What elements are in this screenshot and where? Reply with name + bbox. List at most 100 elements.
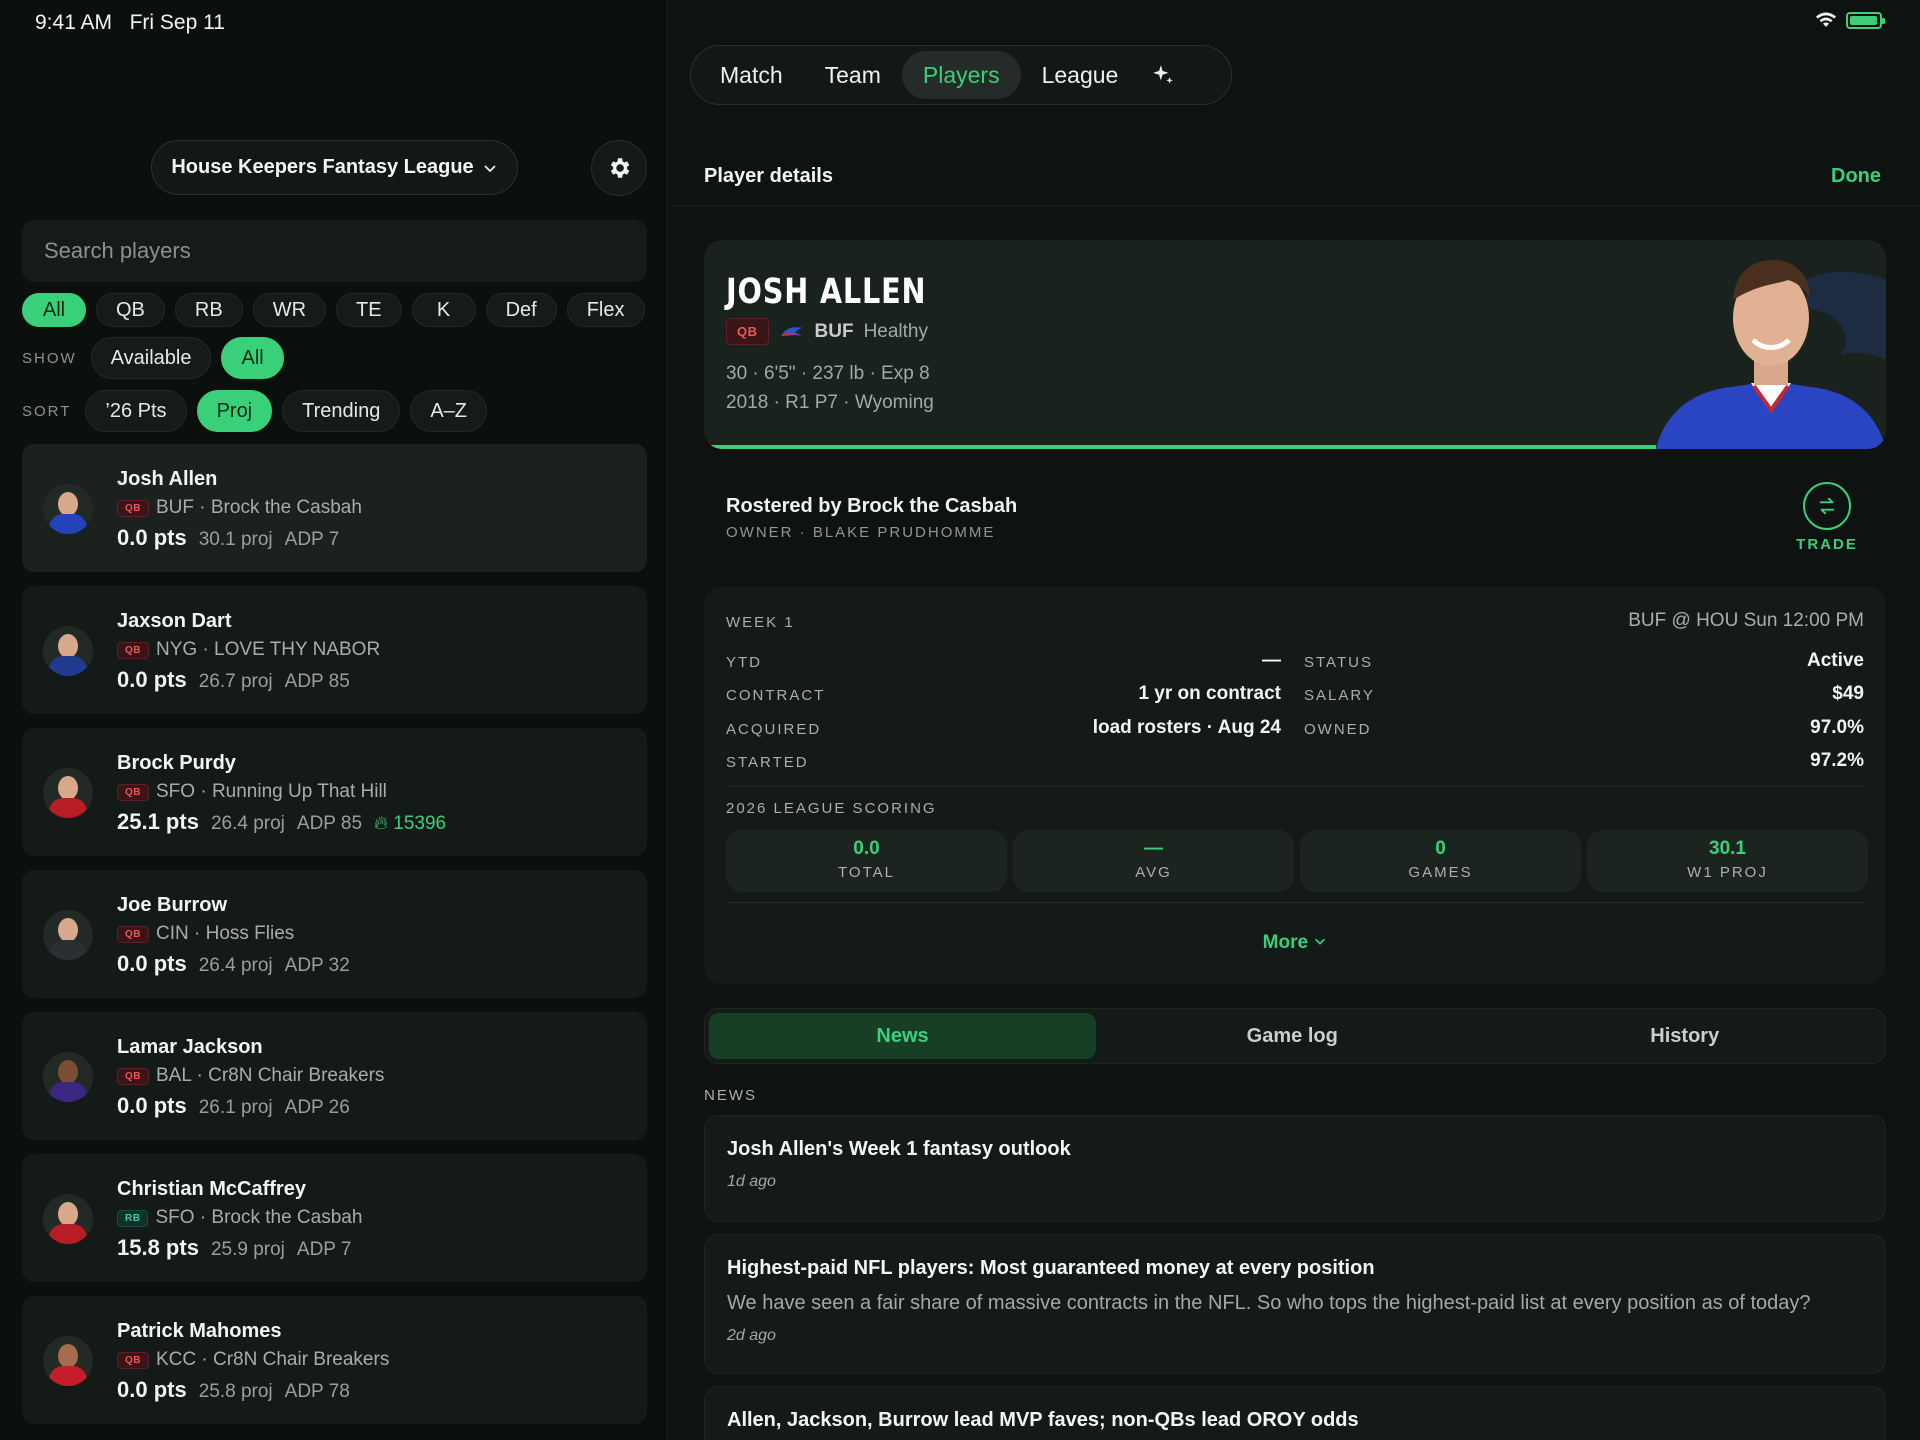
position-badge: QB [117,499,149,517]
owned-label: OWNED [1304,721,1372,738]
status-time: 9:41 AM Fri Sep 11 [35,11,225,35]
segment-news[interactable]: News [709,1013,1096,1059]
segment-game-log[interactable]: Game log [1096,1013,1489,1059]
player-name: Jaxson Dart [117,610,232,632]
player-proj: 30.1 proj [198,529,273,550]
ai-assistant-button[interactable] [1139,51,1187,99]
avg-tile: — AVG [1013,830,1294,892]
week-label: WEEK 1 [726,614,795,631]
player-team-owner: CIN · Hoss Flies [156,923,295,944]
wifi-icon [1816,12,1836,27]
tab-players[interactable]: Players [901,51,1021,99]
player-card[interactable]: Christian McCaffrey RB SFO · Brock the Ca… [22,1154,647,1282]
sort-trending-chip[interactable]: Trending [282,390,401,432]
player-card[interactable]: Josh Allen QB BUF · Brock the Casbah 0.0 … [22,444,647,572]
player-proj: 26.7 proj [198,671,273,692]
player-list: Josh Allen QB BUF · Brock the Casbah 0.0 … [22,444,647,1438]
roster-info: Rostered by Brock the Casbah OWNER · BLA… [726,495,1017,541]
news-item[interactable]: Allen, Jackson, Burrow lead MVP faves; n… [704,1386,1886,1440]
player-proj: 26.1 proj [198,1097,273,1118]
player-card[interactable]: Brock Purdy QB SFO · Running Up That Hill… [22,728,647,856]
player-proj: 25.9 proj [210,1239,285,1260]
sort-proj-chip[interactable]: Proj [196,390,273,432]
tab-league[interactable]: League [1021,51,1140,99]
player-avatar [43,1052,93,1102]
position-chip-k[interactable]: K [411,293,476,327]
news-item[interactable]: Josh Allen's Week 1 fantasy outlook 1d a… [704,1115,1886,1222]
scoring-tiles: 0.0 TOTAL — AVG 0 GAMES 30.1 W1 PROJ [726,830,1868,892]
swap-arrows-icon [1819,497,1835,515]
player-team-owner: BAL · Cr8N Chair Breakers [156,1065,385,1086]
position-chip-wr[interactable]: WR [252,293,327,327]
main-tabbar: Match Team Players League [690,45,1232,105]
chevron-down-icon [484,164,496,172]
tab-match[interactable]: Match [699,51,804,99]
stats-card: WEEK 1 BUF @ HOU Sun 12:00 PM YTD — STAT… [704,586,1886,984]
position-badge: QB [117,641,149,659]
news-item[interactable]: Highest-paid NFL players: Most guarantee… [704,1234,1886,1374]
status-clock: 9:41 AM [35,11,113,34]
acquired-label: ACQUIRED [726,721,822,738]
segment-history[interactable]: History [1489,1013,1882,1059]
player-proj: 25.8 proj [198,1381,273,1402]
show-available-chip[interactable]: Available [90,337,212,379]
hero-bio: 30 · 6'5" · 237 lb · Exp 8 [726,363,930,384]
player-points: 0.0 pts [117,525,187,550]
position-badge: RB [117,1209,149,1227]
more-button[interactable]: More [704,932,1886,954]
ytd-value: — [1262,650,1281,671]
position-chip-qb[interactable]: QB [96,293,165,327]
tile-label: AVG [1135,864,1172,881]
hero-draft: 2018 · R1 P7 · Wyoming [726,392,934,413]
tile-value: 0 [1435,838,1446,859]
player-adp: ADP 78 [284,1381,350,1402]
player-adp: ADP 7 [296,1239,352,1260]
player-proj: 26.4 proj [210,813,285,834]
position-chip-def[interactable]: Def [485,293,557,327]
position-badge: QB [117,925,149,943]
position-chip-te[interactable]: TE [336,293,402,327]
player-hero-card: JOSH ALLEN QB BUF Healthy 30 · 6'5" · 23… [704,240,1886,449]
player-card[interactable]: Patrick Mahomes QB KCC · Cr8N Chair Break… [22,1296,647,1424]
player-avatar [43,910,93,960]
chevron-down-icon [1315,938,1326,945]
position-badge: QB [117,1067,149,1085]
player-avatar [43,1336,93,1386]
total-tile: 0.0 TOTAL [726,830,1007,892]
news-title: Josh Allen's Week 1 fantasy outlook [727,1138,1071,1160]
position-chip-all[interactable]: All [22,293,86,327]
player-points: 15.8 pts [117,1235,199,1260]
league-selector[interactable]: House Keepers Fantasy League [151,140,518,195]
started-label: STARTED [726,754,809,771]
status-value: Active [1806,650,1864,671]
battery-icon [1846,11,1885,29]
show-all-chip[interactable]: All [221,337,284,379]
position-chip-rb[interactable]: RB [174,293,243,327]
sort-az-chip[interactable]: A–Z [410,390,488,432]
hero-player-name: JOSH ALLEN [726,272,927,312]
player-avatar [43,484,93,534]
player-card[interactable]: Jaxson Dart QB NYG · LOVE THY NABOR 0.0 p… [22,586,647,714]
tile-value: 30.1 [1709,838,1746,859]
more-label: More [1262,932,1309,953]
player-card[interactable]: Joe Burrow QB CIN · Hoss Flies 0.0 pts 26.… [22,870,647,998]
flame-icon: 🔥︎ [374,813,388,834]
search-input[interactable] [22,220,647,282]
sort-pts-chip[interactable]: ’26 Pts [85,390,187,432]
team-logo-icon [780,326,803,336]
sort-filter: SORT ’26 Pts Proj Trending A–Z [22,390,488,432]
roster-owner: OWNER · BLAKE PRUDHOMME [726,524,996,541]
position-filter: All QB RB WR TE K Def Flex [22,293,668,327]
sort-label: SORT [22,402,72,420]
trending-value: 15396 [393,813,447,834]
tab-team[interactable]: Team [804,51,902,99]
contract-value: 1 yr on contract [1138,683,1281,704]
done-button[interactable]: Done [1831,165,1881,188]
trade-label: TRADE [1796,536,1858,553]
tile-label: W1 PROJ [1687,864,1768,881]
player-card[interactable]: Lamar Jackson QB BAL · Cr8N Chair Breaker… [22,1012,647,1140]
trade-button[interactable]: TRADE [1792,482,1862,553]
settings-button[interactable] [591,140,647,196]
position-chip-flex[interactable]: Flex [566,293,645,327]
player-name: Brock Purdy [117,752,236,774]
